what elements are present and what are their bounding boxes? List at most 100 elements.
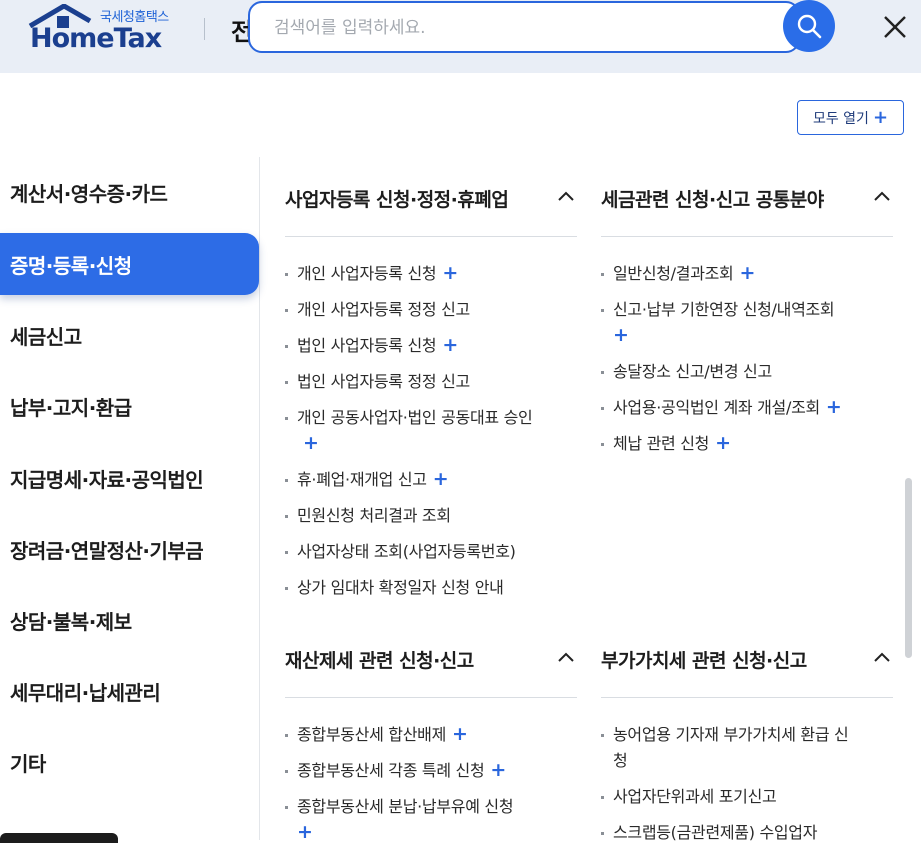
sidebar-item-etc[interactable]: 기타 xyxy=(0,731,259,793)
plus-icon[interactable]: + xyxy=(433,469,449,489)
sidebar-item-invoice[interactable]: 계산서·영수증·카드 xyxy=(0,161,259,223)
list-item-label: 사업자단위과세 포기신고 xyxy=(613,787,777,806)
list-item-label: 스크랩등(금관련제품) 수입업자 xyxy=(613,823,818,842)
chevron-up-icon xyxy=(558,652,574,662)
sidebar-item-label: 증명·등록·신청 xyxy=(10,253,132,278)
section-header[interactable]: 세금관련 신청·신고 공통분야 xyxy=(601,179,891,227)
chevron-up-icon xyxy=(874,191,890,201)
list-item[interactable]: 개인 사업자등록 정정 신고 xyxy=(285,297,577,323)
header-divider xyxy=(204,18,205,40)
list-item[interactable]: 사업용·공익법인 계좌 개설/조회 + xyxy=(601,395,893,421)
list-item[interactable]: 휴·폐업·재개업 신고 + xyxy=(285,467,577,493)
section-title: 사업자등록 신청·정정·휴폐업 xyxy=(285,189,509,211)
plus-icon[interactable]: + xyxy=(613,325,629,345)
logo-wordmark: HomeTax xyxy=(30,23,162,54)
divider xyxy=(285,697,577,698)
divider xyxy=(285,236,577,237)
divider xyxy=(601,236,893,237)
list-item-label: 법인 사업자등록 신청 xyxy=(297,336,437,355)
search-icon xyxy=(797,14,822,39)
list-item-label: 농어업용 기자재 부가가치세 환급 신청 xyxy=(613,725,849,770)
section-header[interactable]: 부가가치세 관련 신청·신고 xyxy=(601,640,891,688)
list-item[interactable]: 일반신청/결과조회 + xyxy=(601,261,893,287)
plus-icon[interactable]: + xyxy=(442,263,458,283)
section-title: 부가가치세 관련 신청·신고 xyxy=(601,650,807,672)
search-box[interactable] xyxy=(248,1,800,53)
sidebar-item-label: 상담·불복·제보 xyxy=(10,609,132,634)
section-list: 종합부동산세 합산배제 + 종합부동산세 각종 특례 신청 + 종합부동산세 분납·… xyxy=(285,722,577,856)
header: 국세청홈택스 HomeTax 전 xyxy=(0,0,921,73)
list-item-label: 민원신청 처리결과 조회 xyxy=(297,506,451,525)
list-item[interactable]: 체납 관련 신청 + xyxy=(601,431,893,457)
floating-bar xyxy=(0,833,118,843)
list-item-label: 종합부동산세 합산배제 xyxy=(297,725,446,744)
scrollbar[interactable] xyxy=(905,478,912,658)
plus-icon[interactable]: + xyxy=(826,397,842,417)
sidebar-item-incentive[interactable]: 장려금·연말정산·기부금 xyxy=(0,518,259,580)
section-list: 일반신청/결과조회 + 신고·납부 기한연장 신청/내역조회 + 송달장소 신고/변… xyxy=(601,261,893,467)
sidebar-item-label: 지급명세·자료·공익법인 xyxy=(10,467,204,492)
plus-icon[interactable]: + xyxy=(297,822,313,842)
list-item-label: 송달장소 신고/변경 신고 xyxy=(613,362,772,381)
list-item-label: 일반신청/결과조회 xyxy=(613,264,734,283)
sidebar-item-label: 계산서·영수증·카드 xyxy=(10,181,168,206)
section-header[interactable]: 재산제세 관련 신청·신고 xyxy=(285,640,575,688)
list-item-label: 종합부동산세 분납·납부유예 신청 xyxy=(297,797,514,816)
sidebar-item-label: 납부·고지·환급 xyxy=(10,395,132,420)
plus-icon[interactable]: + xyxy=(442,335,458,355)
list-item[interactable]: 사업자상태 조회(사업자등록번호) xyxy=(285,539,577,565)
divider xyxy=(601,697,893,698)
list-item-label: 사업용·공익법인 계좌 개설/조회 xyxy=(613,398,820,417)
list-item-label: 사업자상태 조회(사업자등록번호) xyxy=(297,542,516,561)
list-item-label: 종합부동산세 각종 특례 신청 xyxy=(297,761,485,780)
close-icon xyxy=(884,16,906,38)
list-item[interactable]: 법인 사업자등록 정정 신고 xyxy=(285,369,577,395)
list-item-label: 법인 사업자등록 정정 신고 xyxy=(297,372,470,391)
search-input[interactable] xyxy=(274,15,754,41)
list-item[interactable]: 농어업용 기자재 부가가치세 환급 신청 xyxy=(601,722,861,774)
hometax-logo[interactable]: 국세청홈택스 HomeTax xyxy=(28,4,178,54)
chevron-up-icon xyxy=(558,191,574,201)
sidebar-item-payment[interactable]: 납부·고지·환급 xyxy=(0,375,259,437)
section-list: 개인 사업자등록 신청 + 개인 사업자등록 정정 신고 법인 사업자등록 신청 +… xyxy=(285,261,577,611)
open-all-label: 모두 열기 xyxy=(812,110,869,127)
section-list: 농어업용 기자재 부가가치세 환급 신청 사업자단위과세 포기신고 스크랩등(금… xyxy=(601,722,893,856)
sidebar-item-label: 세무대리·납세관리 xyxy=(10,680,161,705)
list-item[interactable]: 송달장소 신고/변경 신고 xyxy=(601,359,893,385)
search-button[interactable] xyxy=(783,0,835,52)
sidebar-item-agent[interactable]: 세무대리·납세관리 xyxy=(0,660,259,722)
list-item-label: 개인 사업자등록 신청 xyxy=(297,264,437,283)
list-item[interactable]: 개인 사업자등록 신청 + xyxy=(285,261,577,287)
list-item[interactable]: 사업자단위과세 포기신고 xyxy=(601,784,893,810)
list-item[interactable]: 민원신청 처리결과 조회 xyxy=(285,503,577,529)
open-all-button[interactable]: 모두 열기 + xyxy=(797,100,904,135)
list-item-label: 체납 관련 신청 xyxy=(613,434,710,453)
sidebar-item-consult[interactable]: 상담·불복·제보 xyxy=(0,589,259,651)
sidebar-item-label: 기타 xyxy=(10,751,46,776)
close-button[interactable] xyxy=(878,10,912,44)
plus-icon: + xyxy=(872,107,889,128)
sidebar-item-tax-return[interactable]: 세금신고 xyxy=(0,304,259,366)
sidebar: 계산서·영수증·카드 증명·등록·신청 세금신고 납부·고지·환급 지급명세·자… xyxy=(0,157,260,840)
list-item-label: 개인 공동사업자·법인 공동대표 승인 xyxy=(297,408,533,427)
list-item-label: 상가 임대차 확정일자 신청 안내 xyxy=(297,578,504,597)
list-item[interactable]: 개인 공동사업자·법인 공동대표 승인 + xyxy=(285,405,535,457)
sidebar-item-certificate[interactable]: 증명·등록·신청 xyxy=(0,233,259,295)
list-item-label: 개인 사업자등록 정정 신고 xyxy=(297,300,470,319)
plus-icon[interactable]: + xyxy=(303,433,319,453)
plus-icon[interactable]: + xyxy=(490,760,506,780)
list-item[interactable]: 법인 사업자등록 신청 + xyxy=(285,333,577,359)
section-title: 세금관련 신청·신고 공통분야 xyxy=(601,189,824,211)
list-item[interactable]: 신고·납부 기한연장 신청/내역조회 + xyxy=(601,297,893,349)
plus-icon[interactable]: + xyxy=(739,263,755,283)
sidebar-item-payment-statement[interactable]: 지급명세·자료·공익법인 xyxy=(0,447,259,509)
list-item[interactable]: 종합부동산세 각종 특례 신청 + xyxy=(285,758,577,784)
list-item-label: 신고·납부 기한연장 신청/내역조회 xyxy=(613,300,835,319)
list-item[interactable]: 상가 임대차 확정일자 신청 안내 xyxy=(285,575,577,601)
plus-icon[interactable]: + xyxy=(715,433,731,453)
section-header[interactable]: 사업자등록 신청·정정·휴폐업 xyxy=(285,179,575,227)
list-item[interactable]: 종합부동산세 합산배제 + xyxy=(285,722,577,748)
list-item[interactable]: 종합부동산세 분납·납부유예 신청 + xyxy=(285,794,577,846)
plus-icon[interactable]: + xyxy=(452,724,468,744)
list-item[interactable]: 스크랩등(금관련제품) 수입업자 xyxy=(601,820,893,846)
